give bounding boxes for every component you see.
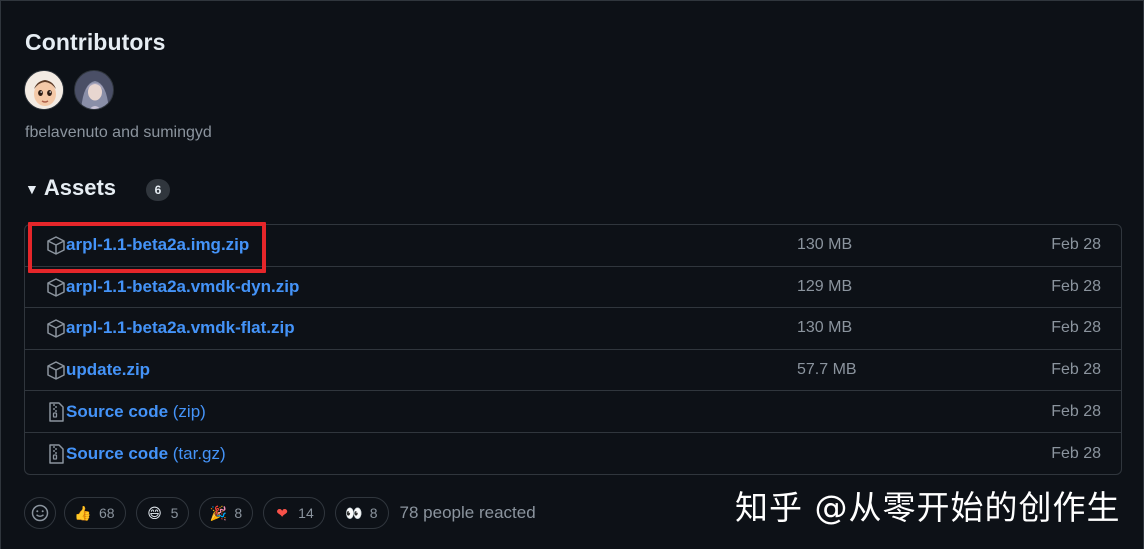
contributors-heading: Contributors: [25, 29, 166, 55]
thumbs-up-icon: 👍: [74, 504, 92, 521]
reaction-eyes[interactable]: 👀 8: [334, 497, 389, 529]
assets-toggle[interactable]: ▼ Assets 6: [25, 175, 171, 201]
laugh-icon: 😄: [147, 504, 162, 521]
asset-link[interactable]: arpl-1.1-beta2a.vmdk-flat.zip: [66, 318, 295, 338]
asset-name: update.zip: [66, 360, 151, 380]
heart-icon: ❤: [276, 504, 289, 521]
asset-date: Feb 28: [1051, 236, 1101, 254]
file-zip-icon: [46, 401, 66, 423]
asset-name: arpl-1.1-beta2a.vmdk-dyn.zip: [66, 276, 300, 296]
eyes-icon: 👀: [345, 504, 363, 521]
smiley-icon: [31, 504, 49, 522]
asset-size: 57.7 MB: [797, 361, 857, 379]
asset-suffix: (zip): [168, 401, 206, 421]
asset-name: arpl-1.1-beta2a.vmdk-flat.zip: [66, 318, 295, 338]
watermark: 知乎 @从零开始的创作生: [735, 488, 1121, 527]
asset-row: update.zip 57.7 MB Feb 28: [25, 350, 1121, 392]
reaction-count: 68: [99, 505, 115, 521]
package-icon: [46, 318, 66, 340]
asset-suffix: (tar.gz): [168, 443, 226, 463]
package-icon: [46, 360, 66, 382]
avatar-fbelavenuto[interactable]: [24, 70, 64, 110]
asset-link[interactable]: Source code (tar.gz): [66, 444, 226, 464]
reaction-hooray[interactable]: 🎉 8: [199, 497, 254, 529]
reactions-bar: 👍 68 😄 5 🎉 8 ❤ 14 👀 8 78 people reacted: [24, 497, 536, 529]
avatar-sumingyd[interactable]: [74, 70, 114, 110]
asset-date: Feb 28: [1051, 319, 1101, 337]
asset-date: Feb 28: [1051, 402, 1101, 420]
package-icon: [46, 277, 66, 299]
assets-heading: Assets: [43, 175, 117, 200]
reactions-summary: 78 people reacted: [399, 503, 536, 522]
hooray-icon: 🎉: [209, 504, 228, 521]
asset-size: 130 MB: [797, 236, 853, 254]
asset-date: Feb 28: [1051, 444, 1101, 462]
highlight-annotation: [28, 222, 266, 273]
caret-down-icon: ▼: [25, 181, 39, 197]
contributors-names: fbelavenuto and sumingyd: [25, 124, 212, 141]
asset-row: arpl-1.1-beta2a.vmdk-flat.zip 130 MB Feb…: [25, 308, 1121, 350]
assets-count-badge: 6: [146, 179, 171, 201]
asset-row: Source code (tar.gz) Feb 28: [25, 433, 1121, 474]
reaction-count: 5: [170, 505, 179, 521]
file-zip-icon: [46, 443, 66, 465]
asset-link[interactable]: arpl-1.1-beta2a.vmdk-dyn.zip: [66, 277, 299, 297]
asset-date: Feb 28: [1051, 277, 1101, 295]
reaction-count: 14: [298, 505, 314, 521]
asset-row: Source code (zip) Feb 28: [25, 391, 1121, 433]
reaction-count: 8: [234, 505, 243, 521]
asset-name: Source code: [66, 401, 169, 421]
asset-name: Source code: [66, 443, 169, 463]
asset-date: Feb 28: [1051, 361, 1101, 379]
asset-size: 130 MB: [797, 319, 853, 337]
reaction-heart[interactable]: ❤ 14: [263, 497, 325, 529]
asset-size: 129 MB: [797, 277, 853, 295]
add-reaction-button[interactable]: [24, 497, 56, 529]
reaction-laugh[interactable]: 😄 5: [135, 497, 190, 529]
reaction-thumbs-up[interactable]: 👍 68: [64, 497, 126, 529]
reaction-count: 8: [369, 505, 378, 521]
asset-link[interactable]: update.zip: [66, 360, 150, 380]
asset-link[interactable]: Source code (zip): [66, 402, 206, 422]
